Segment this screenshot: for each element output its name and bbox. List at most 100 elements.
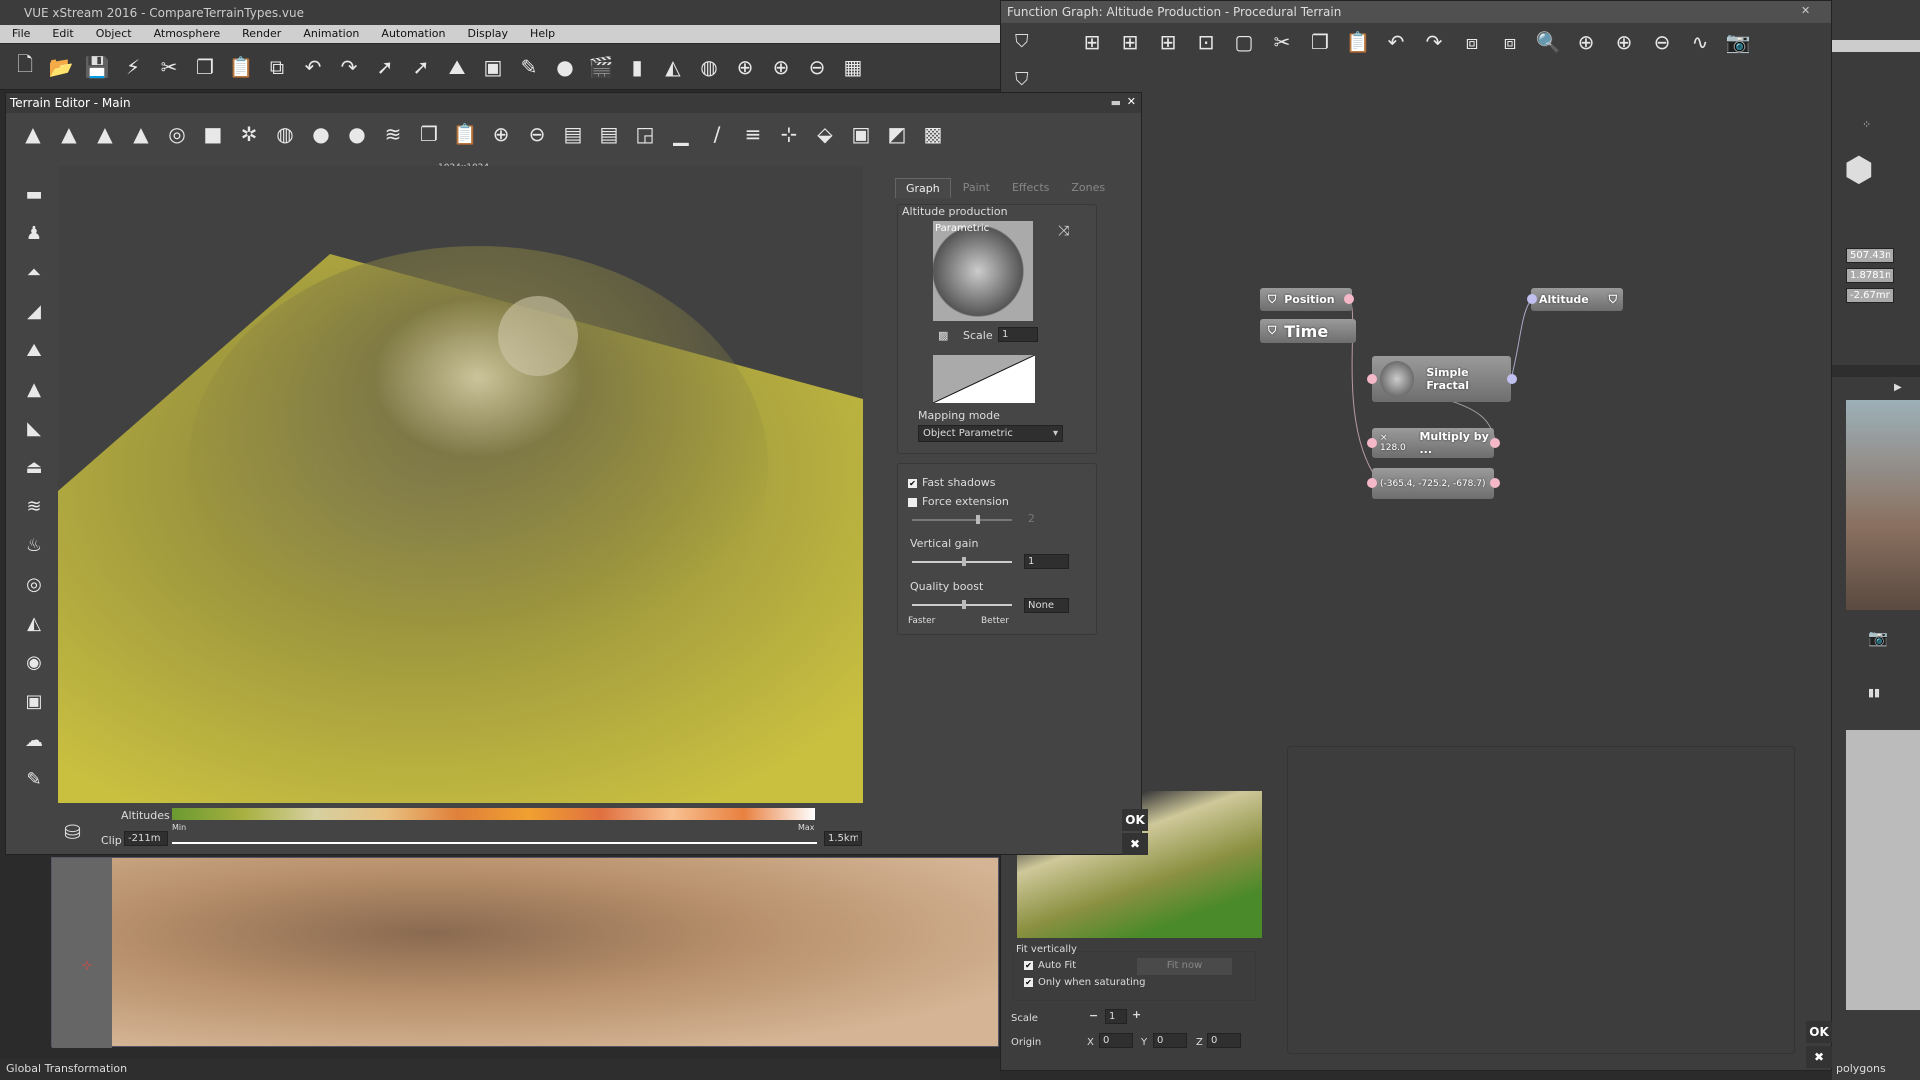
output-pin[interactable] (1507, 374, 1517, 384)
menu-automation[interactable]: Automation (369, 25, 455, 43)
object-list[interactable] (1846, 730, 1920, 1010)
line-icon[interactable]: ▬ (18, 178, 50, 210)
atmosphere-icon[interactable]: ● (550, 52, 580, 82)
export-icon[interactable]: ⬙ (810, 119, 840, 149)
brush-fractal-icon[interactable]: ◎ (18, 568, 50, 600)
view-icon[interactable]: ▦ (838, 52, 868, 82)
brush-wind-icon[interactable]: ♨ (18, 529, 50, 561)
extension-slider[interactable] (912, 515, 1012, 524)
node-altitude[interactable]: Altitude ⛉ (1531, 288, 1623, 311)
output-pin[interactable] (1490, 478, 1500, 488)
resize-icon[interactable]: ◲ (630, 119, 660, 149)
sphere-rough-icon[interactable]: ● (342, 119, 372, 149)
scale-input[interactable] (1105, 1009, 1127, 1024)
altitude-layers-icon[interactable]: ⛁ (64, 820, 81, 844)
brush-cloud-icon[interactable]: ☁ (18, 724, 50, 756)
histogram-icon[interactable]: ▁ (666, 119, 696, 149)
mirror-icon[interactable]: ◭ (658, 52, 688, 82)
origin-x-input[interactable] (1099, 1033, 1133, 1048)
tab-effects[interactable]: Effects (1002, 178, 1059, 198)
cancel-button[interactable]: ✖ (1122, 833, 1148, 855)
brush-plateau-icon[interactable]: ⏏ (18, 451, 50, 483)
paste-icon[interactable]: 📋 (226, 52, 256, 82)
menu-file[interactable]: File (0, 25, 40, 43)
select-drag-icon[interactable]: ➚ (406, 52, 436, 82)
cancel-button[interactable]: ✖ (1806, 1046, 1832, 1068)
redo-icon[interactable]: ↷ (334, 52, 364, 82)
camera-icon[interactable]: 📷 (1868, 628, 1888, 647)
decrement-button[interactable]: − (1089, 1009, 1098, 1022)
output-pin[interactable] (1344, 294, 1354, 304)
node-multiply[interactable]: × 128.0 Multiply by ... (1372, 428, 1494, 458)
increment-button[interactable]: + (1132, 1008, 1141, 1021)
zoom-region-icon[interactable]: ⊕ (730, 52, 760, 82)
align-icon[interactable]: ▮ (622, 52, 652, 82)
brush-smooth-icon[interactable]: ◢ (18, 295, 50, 327)
brush-portrait-icon[interactable]: ▣ (18, 685, 50, 717)
ok-button[interactable]: OK (1806, 1021, 1832, 1043)
brush-eye-icon[interactable]: ◉ (18, 646, 50, 678)
clip-max-input[interactable] (824, 831, 862, 846)
peaks-icon[interactable]: ▲ (90, 119, 120, 149)
brush-peak-icon[interactable]: ▲ (18, 373, 50, 405)
zoom-out-icon[interactable]: ⊖ (802, 52, 832, 82)
vertical-gain-slider[interactable] (912, 557, 1012, 566)
input-pin[interactable] (1367, 374, 1377, 384)
2d-icon[interactable]: ◩ (882, 119, 912, 149)
menu-animation[interactable]: Animation (291, 25, 369, 43)
render-icon[interactable]: 🎬 (586, 52, 616, 82)
filter-icon[interactable]: ▩ (938, 329, 948, 342)
view-options-icon[interactable]: ⁘ (1862, 118, 1871, 131)
menu-object[interactable]: Object (84, 25, 142, 43)
terrain-icon[interactable]: ⛰ (442, 52, 472, 82)
menu-help[interactable]: Help (518, 25, 565, 43)
position-z-input[interactable] (1846, 288, 1894, 303)
only-saturating-checkbox[interactable]: ✔ Only when saturating (1024, 977, 1146, 988)
tab-zones[interactable]: Zones (1061, 178, 1115, 198)
display-mode-dropdown[interactable]: polygons (1836, 1062, 1886, 1075)
globe-icon[interactable]: ◍ (694, 52, 724, 82)
force-extension-checkbox[interactable]: Force extension (908, 495, 1009, 508)
quality-boost-input[interactable] (1024, 598, 1069, 613)
brush-terrace-icon[interactable]: ◭ (18, 607, 50, 639)
flat-icon[interactable]: ■ (198, 119, 228, 149)
new-icon[interactable]: 🗋 (10, 52, 40, 82)
tab-paint[interactable]: Paint (953, 178, 1000, 198)
input-pin[interactable] (1367, 438, 1377, 448)
brush-flatten-icon[interactable]: ◣ (18, 412, 50, 444)
origin-y-input[interactable] (1153, 1033, 1187, 1048)
filter-icon[interactable]: ◎ (162, 119, 192, 149)
brush-paint-icon[interactable]: ✎ (18, 763, 50, 795)
curve-icon[interactable]: ∕ (702, 119, 732, 149)
tab-graph[interactable]: Graph (895, 178, 951, 198)
menu-atmosphere[interactable]: Atmosphere (142, 25, 231, 43)
mapping-mode-dropdown[interactable]: Object Parametric ▾ (918, 425, 1063, 442)
copy-icon[interactable]: ❐ (190, 52, 220, 82)
node-simple-fractal[interactable]: Simple Fractal (1372, 356, 1511, 402)
material-icon[interactable]: ✎ (514, 52, 544, 82)
fit-now-button[interactable]: Fit now (1137, 958, 1232, 975)
plants-icon[interactable]: ✲ (234, 119, 264, 149)
split-icon[interactable]: ⊹ (774, 119, 804, 149)
clip-range-slider[interactable] (172, 842, 817, 844)
stack-icon[interactable]: ≡ (738, 119, 768, 149)
node-time[interactable]: ⛉ Time (1260, 319, 1356, 343)
duplicate-icon[interactable]: ⧉ (262, 52, 292, 82)
zoom-out-icon[interactable]: ⊖ (522, 119, 552, 149)
altitude-gradient[interactable] (172, 808, 815, 820)
object-icon[interactable]: ▣ (478, 52, 508, 82)
stats-icon[interactable]: ▮▮ (1868, 686, 1880, 699)
auto-fit-checkbox[interactable]: ✔ Auto Fit (1024, 960, 1076, 971)
copy-icon[interactable]: ❐ (414, 119, 444, 149)
menu-edit[interactable]: Edit (40, 25, 83, 43)
ok-button[interactable]: OK (1122, 809, 1148, 831)
brush-raise-icon[interactable]: ⏶ (18, 256, 50, 288)
shrink-icon[interactable]: ▤ (558, 119, 588, 149)
node-position[interactable]: ⛉ Position (1260, 288, 1352, 311)
function-preview[interactable]: Parametric (933, 221, 1033, 321)
quality-boost-slider[interactable] (912, 600, 1012, 609)
minimize-button[interactable]: ▬ (1111, 96, 1121, 109)
fit-icon[interactable]: ▣ (846, 119, 876, 149)
scale-input[interactable] (998, 327, 1038, 342)
input-pin[interactable] (1527, 294, 1537, 304)
